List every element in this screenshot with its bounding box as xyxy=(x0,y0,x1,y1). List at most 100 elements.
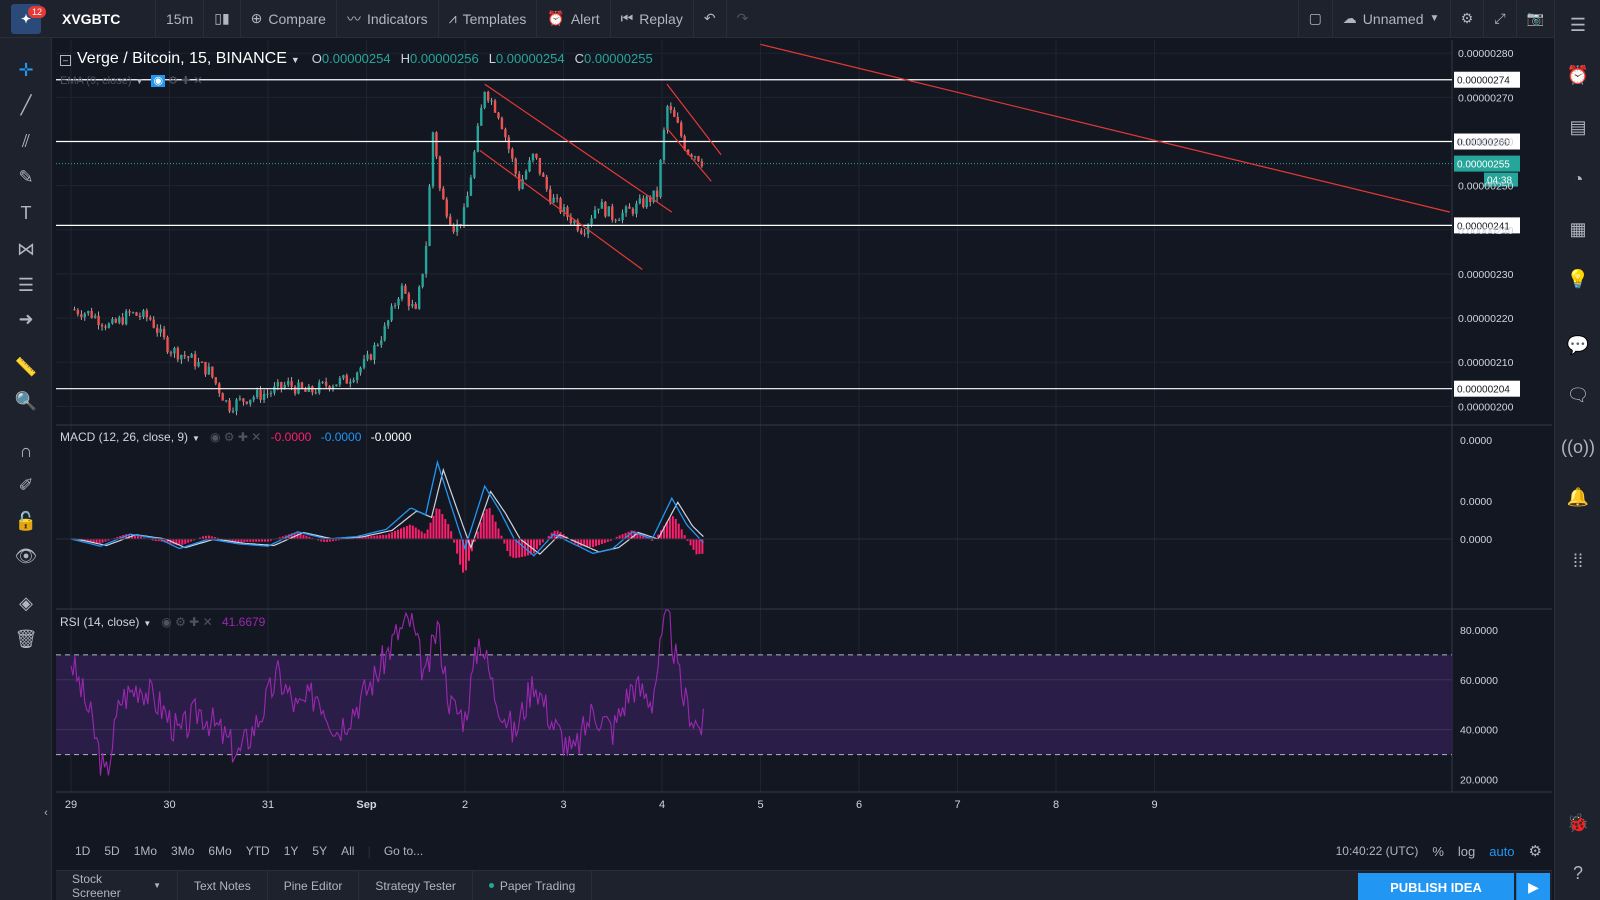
range-button-5y[interactable]: 5Y xyxy=(305,844,334,858)
hotlist-button[interactable]: ◔ xyxy=(1562,164,1594,194)
icon-tool[interactable]: ➜ xyxy=(10,304,42,334)
indicators-button[interactable]: 〰 Indicators xyxy=(337,0,439,38)
macd-histogram-bar xyxy=(677,523,680,540)
collapse-toolbar-button[interactable]: ‹ xyxy=(40,798,52,828)
log-scale-toggle[interactable]: log xyxy=(1458,844,1475,859)
tab-paper-trading[interactable]: Paper Trading xyxy=(473,870,593,900)
lock-drawings-tool[interactable]: 🔓 xyxy=(10,506,42,536)
prediction-tool[interactable]: ☰ xyxy=(10,270,42,300)
zoom-tool[interactable]: 🔍 xyxy=(10,386,42,416)
fullscreen-layout-button[interactable]: ▢ xyxy=(1297,0,1333,38)
redo-button[interactable]: ↷ xyxy=(727,0,759,38)
pie-icon: ◔ xyxy=(1572,168,1584,189)
trendline-tool[interactable]: ╱ xyxy=(10,90,42,120)
percent-scale-toggle[interactable]: % xyxy=(1432,844,1444,859)
magnet-tool[interactable]: ∩ xyxy=(10,436,42,466)
interval-button[interactable]: 15m xyxy=(156,0,205,38)
range-button-1y[interactable]: 1Y xyxy=(277,844,306,858)
macd-histogram-bar xyxy=(680,529,683,540)
publish-idea-button[interactable]: PUBLISH IDEA xyxy=(1358,873,1514,900)
object-tree-tool[interactable]: ◈ xyxy=(10,588,42,618)
undo-button[interactable]: ↶ xyxy=(694,0,727,38)
templates-button[interactable]: ⩘ Templates xyxy=(439,0,538,38)
tab-stock-screener[interactable]: Stock Screener ▼ xyxy=(56,870,178,900)
chart-canvas[interactable]: 0.000002740.000002600.000002410.00000204… xyxy=(56,40,1552,810)
tab-text-notes[interactable]: Text Notes xyxy=(178,870,268,900)
rsi-controls[interactable]: ◉ ⚙ ✚ ✕ xyxy=(161,615,212,629)
symbol-search-button[interactable]: XVGBTC xyxy=(52,0,156,38)
watchlist-button[interactable]: ☰ xyxy=(1562,10,1594,40)
ema-legend[interactable]: EMA (9, close) ▼ ◉ ⚙ ✚ ✕ xyxy=(60,74,203,87)
camera-icon: 📷 xyxy=(1526,10,1544,26)
alerts-button[interactable]: ⏰ xyxy=(1562,60,1594,90)
private-chat-button[interactable]: 🗨 xyxy=(1562,380,1594,410)
range-button-5d[interactable]: 5D xyxy=(97,844,126,858)
range-button-3mo[interactable]: 3Mo xyxy=(164,844,201,858)
range-button-1mo[interactable]: 1Mo xyxy=(127,844,164,858)
range-button-ytd[interactable]: YTD xyxy=(239,844,277,858)
publish-video-button[interactable]: ▶ xyxy=(1516,873,1550,900)
alert-button[interactable]: ⏰ Alert xyxy=(537,0,611,38)
macd-histogram-bar xyxy=(482,512,485,540)
compare-button[interactable]: ⊕ Compare xyxy=(241,0,337,38)
notifications-button[interactable]: 🔔 xyxy=(1562,482,1594,512)
candle-body xyxy=(159,328,162,333)
report-bug-button[interactable]: 🐞 xyxy=(1562,808,1594,838)
layout-menu-button[interactable]: ☁ Unnamed ▼ xyxy=(1333,0,1451,38)
gear-icon[interactable]: ⚙ xyxy=(1529,842,1542,860)
measure-tool[interactable]: 📏 xyxy=(10,352,42,382)
chart-area[interactable]: 0.00000274 0.00000260 0.00000241 0.00000204… xyxy=(56,40,1552,810)
auto-scale-toggle[interactable]: auto xyxy=(1489,844,1514,859)
price-axis-label: 0.00000280 xyxy=(1458,48,1514,60)
remove-drawings-tool[interactable]: 🗑 xyxy=(10,624,42,654)
macd-legend[interactable]: MACD (12, 26, close, 9) ▼ ◉ ⚙ ✚ ✕ -0.0000 … xyxy=(60,430,411,444)
streams-button[interactable]: ((o)) xyxy=(1561,432,1595,462)
range-button-all[interactable]: All xyxy=(334,844,361,858)
pattern-tool[interactable]: ⋈ xyxy=(10,234,42,264)
ideas-button[interactable]: 💡 xyxy=(1562,264,1594,294)
chats-button[interactable]: 💬 xyxy=(1562,330,1594,360)
text-tool[interactable]: T xyxy=(10,198,42,228)
brush-tool[interactable]: ✎ xyxy=(10,162,42,192)
ema-label: EMA (9, close) xyxy=(60,75,132,87)
help-button[interactable]: ? xyxy=(1562,858,1594,888)
text-icon: T xyxy=(20,202,32,223)
crosshair-tool[interactable]: ✛ xyxy=(10,55,42,85)
trendline xyxy=(484,83,673,213)
stay-drawing-tool[interactable]: ✐ xyxy=(10,470,42,500)
dots-grid-icon: ⁞⁞ xyxy=(1572,550,1583,571)
goto-date-button[interactable]: Go to... xyxy=(377,844,430,858)
chart-type-button[interactable]: ▯▮ xyxy=(204,0,241,38)
legend-collapse-icon[interactable]: – xyxy=(60,55,71,66)
hide-drawings-tool[interactable]: 👁 xyxy=(10,541,42,571)
calendar-button[interactable]: ▦ xyxy=(1562,214,1594,244)
candle-body xyxy=(111,319,114,324)
clock-time[interactable]: 10:40:22 (UTC) xyxy=(1336,844,1419,858)
fullscreen-button[interactable]: ⤢ xyxy=(1484,0,1517,38)
snapshot-button[interactable]: 📷 xyxy=(1517,0,1554,38)
alarm-icon: ⏰ xyxy=(547,10,565,26)
candle-body xyxy=(262,394,266,400)
time-axis-label: 30 xyxy=(163,799,175,810)
user-avatar[interactable]: ✦ 12 xyxy=(0,0,52,38)
series-legend[interactable]: – Verge / Bitcoin, 15, BINANCE ▼ O0.0000025… xyxy=(60,50,653,68)
replay-button[interactable]: ⏮ Replay xyxy=(611,0,694,38)
candle-body xyxy=(421,273,424,287)
eye-icon[interactable]: ◉ xyxy=(151,75,166,87)
settings-button[interactable]: ⚙ xyxy=(1451,0,1485,38)
dom-button[interactable]: ⁞⁞ xyxy=(1562,546,1594,576)
close-icon[interactable]: ✕ xyxy=(193,75,202,87)
macd-controls[interactable]: ◉ ⚙ ✚ ✕ xyxy=(210,430,261,444)
rsi-legend[interactable]: RSI (14, close) ▼ ◉ ⚙ ✚ ✕ 41.6679 xyxy=(60,615,265,629)
plus-icon[interactable]: ✚ xyxy=(181,75,190,87)
data-window-button[interactable]: ▤ xyxy=(1562,112,1594,142)
macd-histogram-bar xyxy=(494,521,497,540)
tab-strategy-tester[interactable]: Strategy Tester xyxy=(359,870,473,900)
fib-tool[interactable]: ⫽ xyxy=(10,126,42,156)
range-button-6mo[interactable]: 6Mo xyxy=(201,844,238,858)
tab-pine-editor[interactable]: Pine Editor xyxy=(268,870,360,900)
range-button-1d[interactable]: 1D xyxy=(68,844,97,858)
last-price-label: 0.00000255 xyxy=(1457,160,1510,171)
lock-icon: 🔓 xyxy=(14,510,38,531)
gear-icon[interactable]: ⚙ xyxy=(168,75,178,87)
